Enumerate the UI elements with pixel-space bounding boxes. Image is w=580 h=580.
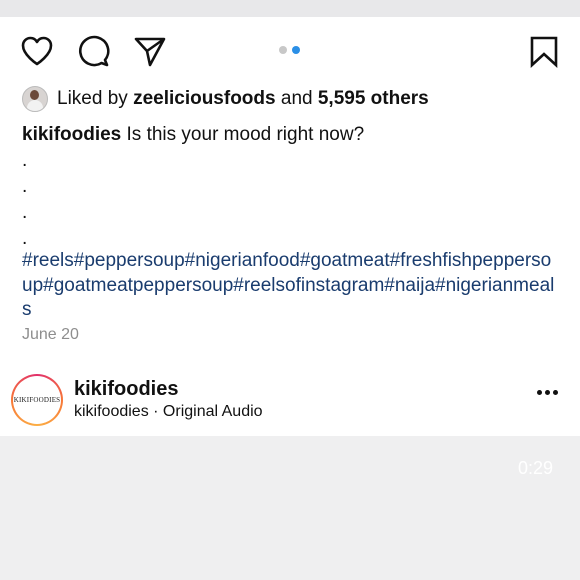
- comment-icon[interactable]: [76, 34, 110, 68]
- caption: kikifoodies Is this your mood right now?…: [22, 124, 562, 254]
- liked-count-link[interactable]: 5,595 others: [318, 88, 429, 110]
- caption-dot: .: [22, 202, 28, 223]
- carousel-indicator: [279, 46, 300, 56]
- liked-prefix: Liked by: [57, 88, 128, 109]
- caption-dot: .: [22, 150, 28, 171]
- liked-and: and: [280, 88, 313, 109]
- reel-video-preview[interactable]: [0, 436, 580, 580]
- audio-label[interactable]: kikifoodies · Original Audio: [74, 403, 263, 421]
- heart-icon[interactable]: [20, 35, 54, 67]
- liker-avatar[interactable]: [22, 86, 48, 112]
- top-strip: [0, 0, 580, 17]
- liked-user-link[interactable]: zeeliciousfoods: [133, 88, 276, 110]
- caption-username[interactable]: kikifoodies: [22, 124, 121, 145]
- caption-text: Is this your mood right now?: [126, 124, 365, 145]
- hashtags[interactable]: #reels#peppersoup#nigerianfood#goatmeat#…: [22, 249, 558, 323]
- carousel-dot: [279, 46, 287, 54]
- more-icon[interactable]: [537, 390, 558, 395]
- profile-logo: KIKIFOODIES: [13, 396, 61, 404]
- caption-dot: .: [22, 176, 28, 197]
- profile-avatar[interactable]: KIKIFOODIES: [11, 374, 63, 426]
- likes-line: Liked by zeeliciousfoods and 5,595 other…: [22, 86, 429, 112]
- carousel-dot-active: [292, 46, 300, 54]
- share-icon[interactable]: [133, 35, 167, 67]
- post-date: June 20: [22, 326, 79, 343]
- video-duration: 0:29: [518, 458, 554, 478]
- profile-name[interactable]: kikifoodies: [74, 378, 178, 401]
- bookmark-icon[interactable]: [529, 36, 559, 68]
